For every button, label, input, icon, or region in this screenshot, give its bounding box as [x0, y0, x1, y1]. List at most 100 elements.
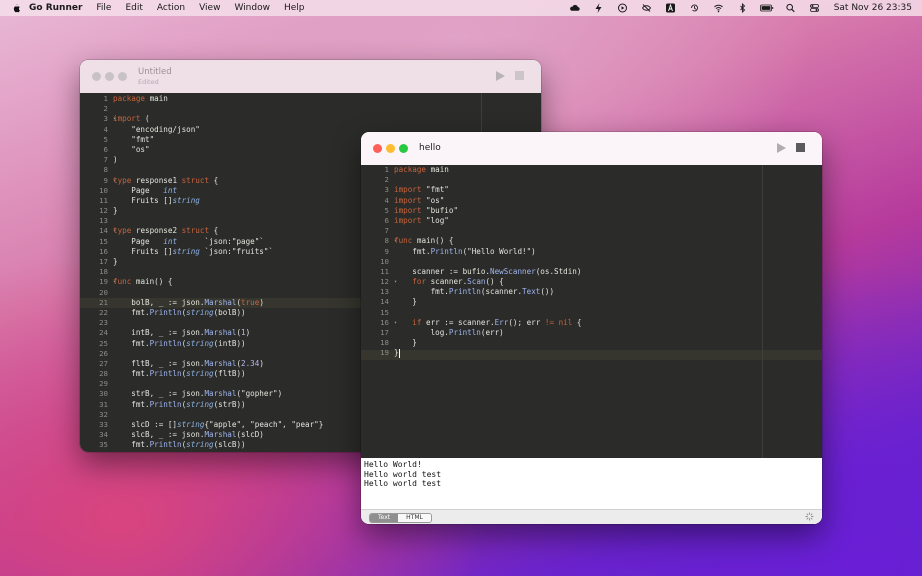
minimize-button[interactable]: [386, 144, 395, 153]
stop-button[interactable]: [515, 71, 524, 80]
code-token: Scan: [467, 277, 486, 287]
close-button[interactable]: [373, 144, 382, 153]
code-text[interactable]: package main import "fmt" import "os" impor…: [394, 165, 582, 359]
menu-view[interactable]: View: [199, 3, 220, 13]
menubar-clock[interactable]: Sat Nov 26 23:35: [834, 3, 912, 13]
code-token: struct: [181, 175, 210, 185]
app-menu-go-runner[interactable]: Go Runner: [29, 3, 82, 13]
code-token: func: [394, 236, 413, 246]
menu-action[interactable]: Action: [157, 3, 185, 13]
code-token: ("gopher"): [236, 389, 283, 399]
code-token: fltB, _ := json.: [113, 358, 205, 368]
code-token: import: [394, 215, 422, 225]
menu-file[interactable]: File: [96, 3, 111, 13]
play-circle-icon[interactable]: [616, 3, 630, 13]
zoom-button[interactable]: [118, 72, 127, 81]
code-token: {: [209, 175, 219, 185]
code-token: Println: [430, 246, 463, 256]
time-machine-icon[interactable]: [688, 3, 702, 13]
bolt-icon[interactable]: [592, 3, 606, 13]
tab-html[interactable]: HTML: [398, 514, 431, 522]
input-source-icon[interactable]: [664, 3, 678, 13]
code-token: main: [145, 94, 168, 103]
hello-editor[interactable]: 1 2 3 4 5 6 7 8 ▾ 9 10 11 12 ▾ 13 14 15 16 ▾ 17 18 19 package…: [361, 165, 822, 458]
line-number: 6: [384, 215, 389, 225]
code-token: ): [113, 155, 118, 165]
stop-button[interactable]: [796, 143, 805, 152]
code-token: Println: [149, 307, 182, 317]
code-token: Println: [149, 440, 182, 450]
wifi-icon[interactable]: [712, 3, 726, 13]
code-line: strB, _ := json.Marshal("gopher"): [113, 389, 323, 399]
code-line: }: [113, 257, 323, 267]
zoom-button[interactable]: [399, 144, 408, 153]
bluetooth-icon[interactable]: [736, 3, 750, 13]
creative-cloud-icon[interactable]: [568, 3, 582, 13]
code-token: fmt.: [113, 307, 150, 317]
menu-window[interactable]: Window: [234, 3, 270, 13]
code-line: fmt.Println(string(slcB)): [113, 440, 323, 450]
code-line: import "fmt": [394, 185, 582, 195]
code-line: fmt.Println(string(bolB)): [113, 308, 323, 318]
line-number: 18: [99, 267, 108, 277]
code-token: Println: [149, 369, 182, 379]
code-token: Println: [149, 399, 182, 409]
line-number: 33: [99, 420, 108, 429]
window-title: Untitled: [138, 67, 172, 77]
hello-titlebar[interactable]: hello: [361, 132, 822, 165]
code-token: }: [394, 338, 417, 348]
code-token: Page: [113, 185, 164, 195]
eye-slash-icon[interactable]: [640, 3, 654, 13]
search-icon[interactable]: [784, 3, 798, 13]
tab-text[interactable]: Text: [370, 514, 399, 522]
code-token: fmt.: [113, 440, 150, 450]
code-text[interactable]: package main import ( "encoding/json" "fm…: [113, 94, 323, 451]
code-token: NewScanner: [490, 266, 536, 276]
window-controls: [373, 144, 412, 153]
close-button[interactable]: [92, 72, 101, 81]
code-token: (os.Stdin): [535, 266, 582, 276]
line-number: 16 ▾: [380, 317, 397, 327]
code-line: type response1 struct {: [113, 176, 323, 186]
apple-menu-icon[interactable]: [11, 3, 21, 13]
code-token: ): [245, 328, 251, 338]
code-token: type: [113, 226, 132, 236]
code-token: main() {: [412, 236, 454, 246]
menu-help[interactable]: Help: [284, 3, 305, 13]
line-number: 26: [99, 348, 108, 358]
code-token: fmt.: [113, 399, 150, 409]
code-line: type response2 struct {: [113, 226, 323, 236]
code-line: scanner := bufio.NewScanner(os.Stdin): [394, 267, 582, 277]
control-center-icon[interactable]: [808, 3, 822, 13]
code-token: ): [259, 297, 264, 307]
minimize-button[interactable]: [105, 72, 114, 81]
menu-edit[interactable]: Edit: [125, 3, 142, 13]
code-token: err := scanner.: [421, 317, 495, 327]
code-token: Marshal: [204, 358, 237, 368]
line-number: 10: [99, 185, 108, 195]
code-line: Page int `json:"page"`: [113, 237, 323, 247]
code-token: strB, _ := json.: [113, 389, 205, 399]
code-token: 2.34: [241, 358, 260, 368]
code-token: Marshal: [204, 297, 237, 307]
code-token: intB, _ := json.: [113, 328, 205, 338]
untitled-titlebar[interactable]: Untitled Edited: [80, 60, 541, 93]
code-token: Marshal: [204, 328, 237, 338]
line-number: 5: [103, 134, 108, 144]
code-token: string: [186, 307, 214, 317]
line-number: 4: [384, 195, 389, 205]
output-pane[interactable]: Hello World! Hello world test Hello worl…: [361, 458, 822, 509]
code-token: import: [394, 195, 422, 205]
window-controls: [92, 72, 131, 81]
line-number: 12 ▾: [380, 277, 397, 287]
code-token: (strB)): [213, 399, 246, 409]
run-button[interactable]: [496, 71, 505, 81]
code-token: ()): [540, 287, 555, 297]
battery-icon[interactable]: [759, 3, 774, 13]
run-button[interactable]: [777, 143, 786, 153]
code-token: "os": [421, 195, 445, 205]
